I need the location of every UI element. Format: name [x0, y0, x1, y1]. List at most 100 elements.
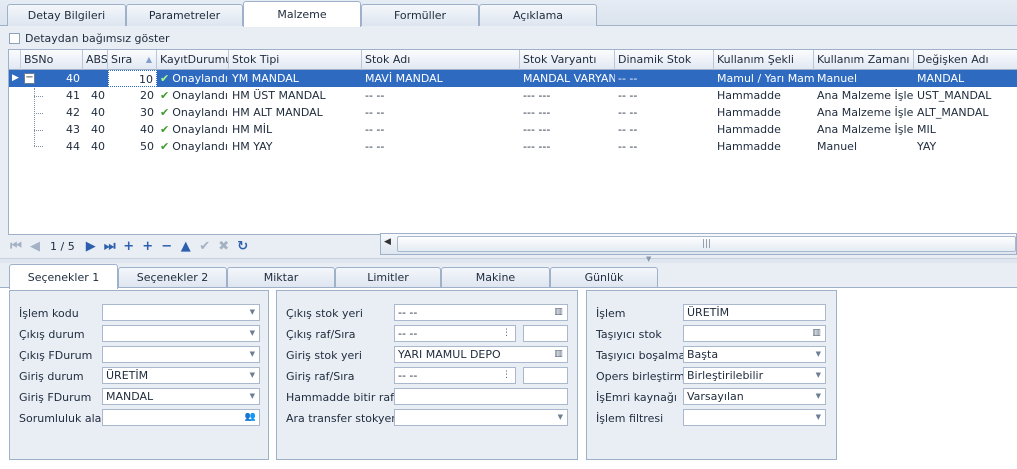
cell-kayit-durumu: ✔ Onaylandı [157, 104, 229, 121]
col-stok-varyanti[interactable]: Stok Varyantı [520, 50, 615, 70]
cell-absi: 40 [91, 106, 105, 119]
scroll-thumb[interactable]: ||| [397, 236, 1016, 252]
col-kullanim-zamani[interactable]: Kullanım Zamanı [814, 50, 914, 70]
top-tab-strip: Detay Bilgileri Parametreler Malzeme For… [0, 0, 1017, 27]
move-up-icon[interactable]: ▲ [178, 239, 194, 254]
tab-makine[interactable]: Makine [441, 267, 550, 288]
col-dinamik-stok[interactable]: Dinamik Stok [615, 50, 714, 70]
lookup-icon[interactable]: ▥ [551, 306, 566, 319]
table-row[interactable]: ▶ − 40 10 ✔ Onaylandı YM MANDAL MAVİ MAND… [9, 70, 1017, 87]
chevron-down-icon: ▼ [249, 329, 255, 337]
giris-stok-yeri-value: YARI MAMUL DEPO [398, 348, 501, 361]
sorumluluk-alani-field[interactable]: 👥 [102, 409, 260, 426]
tab-gunluk[interactable]: Günlük [550, 267, 658, 288]
shelf-tree-icon[interactable]: ⋮ [499, 327, 514, 340]
next-page-icon[interactable]: ▶ [83, 239, 99, 254]
col-kayit-durumu[interactable]: KayıtDurumu [157, 50, 229, 70]
chevron-down-icon: ▼ [249, 350, 255, 358]
cell-stok-adi: MAVİ MANDAL [365, 72, 443, 85]
cell-kullanim-sekli: Mamul / Yarı Mamul [717, 72, 814, 85]
cell-kayit-durumu: ✔ Onaylandı [157, 87, 229, 104]
users-lookup-icon[interactable]: 👥 [243, 411, 258, 424]
status-text: Onaylandı [172, 72, 228, 85]
cell-sira[interactable]: 10 [108, 70, 157, 87]
tab-malzeme[interactable]: Malzeme [243, 1, 361, 27]
opers-birlestirme-label: Opers birleştirme [596, 370, 692, 383]
lookup-icon[interactable]: ▥ [551, 348, 566, 361]
tab-secenekler-2[interactable]: Seçenekler 2 [118, 267, 227, 288]
shelf-tree-icon[interactable]: ⋮ [499, 369, 514, 382]
cikis-stok-yeri-field[interactable]: -- -- ▥ [394, 304, 568, 321]
cell-dinamik-stok: -- -- [618, 72, 638, 85]
tab-formuller[interactable]: Formüller [361, 4, 479, 26]
cell-stok-varyanti: --- --- [523, 123, 551, 136]
chevron-down-icon: ▼ [557, 413, 563, 421]
independent-checkbox[interactable] [9, 32, 20, 44]
table-row[interactable]: 44 40 50 ✔ Onaylandı HM YAY -- -- --- ---… [9, 138, 1017, 155]
giris-durum-select[interactable]: ÜRETİM ▼ [102, 367, 260, 384]
cell-stok-adi: -- -- [365, 106, 385, 119]
col-absi[interactable]: ABSI [83, 50, 108, 70]
panel-splitter[interactable]: ▼ [0, 255, 1017, 263]
chevron-down-icon: ▼ [815, 413, 821, 421]
cancel-icon[interactable]: ✖ [216, 239, 232, 254]
cikis-durum-select[interactable]: ▼ [102, 325, 260, 342]
giris-raf-field[interactable]: -- -- ⋮ [394, 367, 516, 384]
remove-icon[interactable]: − [159, 239, 175, 254]
tab-detay-bilgileri[interactable]: Detay Bilgileri [7, 4, 126, 26]
giris-fdurum-value: MANDAL [106, 390, 154, 403]
col-stok-adi[interactable]: Stok Adı [362, 50, 520, 70]
tab-limitler[interactable]: Limitler [335, 267, 441, 288]
independent-checkbox-row[interactable]: Detaydan bağımsız göster [9, 30, 170, 46]
col-bsno[interactable]: BSNo [21, 50, 83, 70]
lookup-icon[interactable]: ▥ [809, 327, 824, 340]
col-kullanim-sekli[interactable]: Kullanım Şekli [714, 50, 814, 70]
islem-field[interactable]: ÜRETİM [683, 304, 826, 321]
cell-bsno: 43 [66, 123, 80, 136]
giris-fdurum-select[interactable]: MANDAL ▼ [102, 388, 260, 405]
approved-check-icon: ✔ [160, 89, 170, 102]
col-stok-tipi[interactable]: Stok Tipi [229, 50, 362, 70]
giris-sira-field[interactable] [523, 367, 568, 384]
first-page-icon[interactable]: ⏮ [8, 239, 24, 254]
cikis-sira-field[interactable] [523, 325, 568, 342]
tasiyici-stok-field[interactable]: ▥ [683, 325, 826, 342]
cikis-fdurum-select[interactable]: ▼ [102, 346, 260, 363]
cell-bsno: 41 [66, 89, 80, 102]
tab-aciklama[interactable]: Açıklama [479, 4, 597, 26]
tasiyici-bosalma-select[interactable]: Başta ▼ [683, 346, 826, 363]
add-child-icon[interactable]: + [140, 239, 156, 254]
cell-dinamik-stok: -- -- [618, 140, 638, 153]
table-row[interactable]: 43 40 40 ✔ Onaylandı HM MİL -- -- --- ---… [9, 121, 1017, 138]
tab-parametreler[interactable]: Parametreler [126, 4, 243, 26]
refresh-icon[interactable]: ↻ [235, 239, 251, 254]
ara-transfer-select[interactable]: ▼ [394, 409, 568, 426]
cell-degisken-adi: MIL [917, 123, 936, 136]
table-row[interactable]: 42 40 30 ✔ Onaylandı HM ALT MANDAL -- -- … [9, 104, 1017, 121]
cikis-raf-field[interactable]: -- -- ⋮ [394, 325, 516, 342]
last-page-icon[interactable]: ⏭ [102, 239, 118, 254]
prev-page-icon[interactable]: ◀ [27, 239, 43, 254]
cell-sira: 20 [140, 89, 154, 102]
scroll-left-icon[interactable]: ◀ [384, 237, 391, 247]
horizontal-scrollbar[interactable]: ◀ ||| [380, 233, 1017, 255]
table-row[interactable]: 41 40 20 ✔ Onaylandı HM ÜST MANDAL -- -- … [9, 87, 1017, 104]
opers-birlestirme-select[interactable]: Birleştirilebilir ▼ [683, 367, 826, 384]
tab-secenekler-1[interactable]: Seçenekler 1 [9, 264, 118, 289]
confirm-icon[interactable]: ✔ [197, 239, 213, 254]
tasiyici-bosalma-label: Taşıyıcı boşalma [596, 349, 686, 362]
cell-kullanim-sekli: Hammadde [717, 123, 781, 136]
tab-miktar[interactable]: Miktar [227, 267, 335, 288]
islem-kodu-select[interactable]: ▼ [102, 304, 260, 321]
giris-stok-yeri-field[interactable]: YARI MAMUL DEPO ▥ [394, 346, 568, 363]
add-icon[interactable]: + [121, 239, 137, 254]
isemri-kaynagi-select[interactable]: Varsayılan ▼ [683, 388, 826, 405]
hammadde-bitir-field[interactable] [394, 388, 568, 405]
col-sira[interactable]: Sıra ▲ [108, 50, 157, 70]
cell-kayit-durumu: ✔ Onaylandı [157, 121, 229, 138]
islem-filtresi-select[interactable]: ▼ [683, 409, 826, 426]
group-process-status: İşlem kodu ▼ Çıkış durum ▼ Çıkış FDurum … [9, 290, 269, 460]
isemri-kaynagi-label: İşEmri kaynağı [596, 391, 677, 404]
col-degisken-adi[interactable]: Değişken Adı [914, 50, 1017, 70]
cell-stok-adi: -- -- [365, 140, 385, 153]
